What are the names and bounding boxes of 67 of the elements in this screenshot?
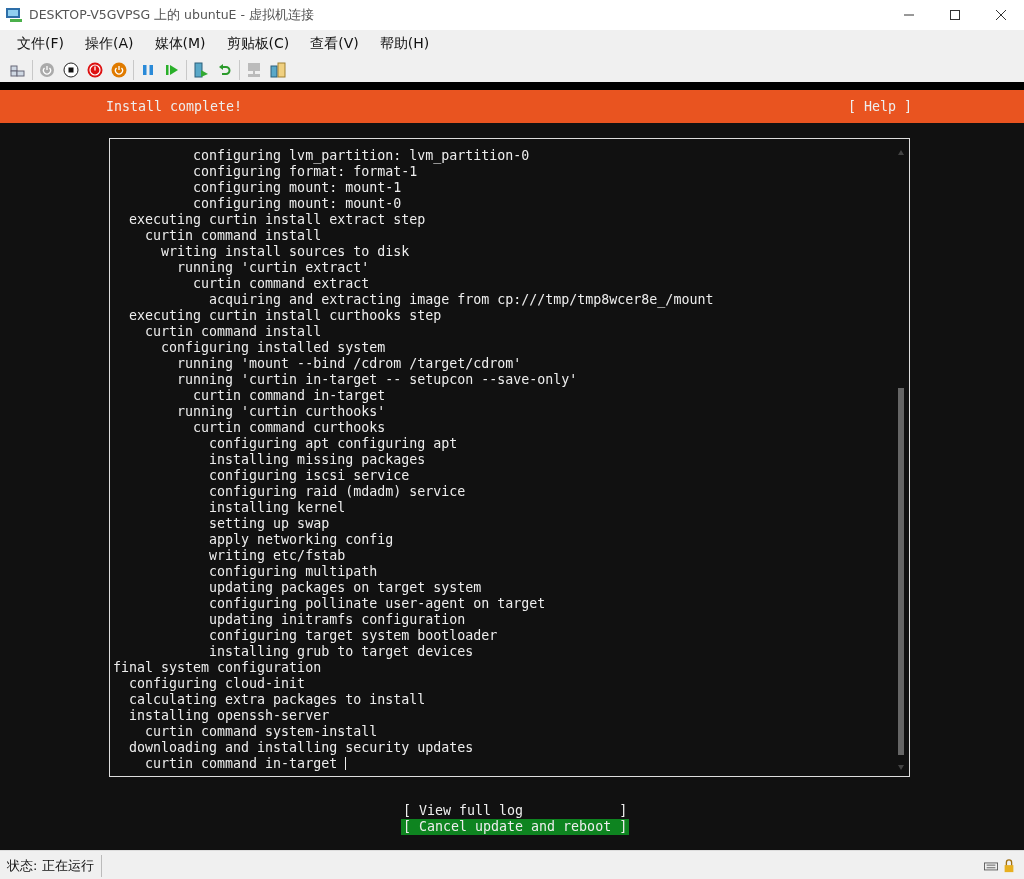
- log-line: updating initramfs configuration: [208, 612, 467, 628]
- menu-item[interactable]: 帮助(H): [374, 35, 435, 53]
- menu-item[interactable]: 操作(A): [80, 35, 139, 53]
- log-line: configuring target system bootloader: [208, 628, 499, 644]
- log-line: running 'mount --bind /cdrom /target/cdrom': [176, 356, 523, 372]
- log-line: writing install sources to disk: [160, 244, 411, 260]
- log-line: curtin command install: [144, 228, 323, 244]
- log-line: configuring raid (mdadm) service: [208, 484, 467, 500]
- log-line: curtin command curthooks: [192, 420, 387, 436]
- log-line: configuring mount: mount-1: [192, 180, 403, 196]
- log-line: configuring mount: mount-0: [192, 196, 403, 212]
- log-line: configuring iscsi service: [208, 468, 411, 484]
- log-line: executing curtin install curthooks step: [128, 308, 443, 324]
- log-line: updating packages on target system: [208, 580, 483, 596]
- log-line: configuring lvm_partition: lvm_partition-0: [192, 148, 531, 164]
- log-line: curtin command in-target: [192, 388, 387, 404]
- log-line: executing curtin install extract step: [128, 212, 427, 228]
- log-line: curtin command system-install: [144, 724, 379, 740]
- lock-icon: [1002, 858, 1016, 873]
- server-icon[interactable]: [193, 62, 209, 78]
- undo-icon[interactable]: [217, 62, 233, 78]
- play-icon[interactable]: [164, 62, 180, 78]
- server-icon[interactable]: [270, 62, 286, 78]
- menu-button[interactable]: [ View full log ]: [401, 803, 630, 819]
- log-line: configuring installed system: [160, 340, 387, 356]
- menu-button[interactable]: [ Cancel update and reboot ]: [401, 819, 630, 835]
- log-line: downloading and installing security updates: [128, 740, 475, 756]
- log-line: installing openssh-server: [128, 708, 331, 724]
- monitor-icon: [5, 7, 23, 23]
- menu-item[interactable]: 文件(F): [12, 35, 69, 53]
- log-line: configuring multipath: [208, 564, 379, 580]
- log-line: configuring format: format-1: [192, 164, 419, 180]
- log-line: curtin command in-target: [144, 756, 338, 772]
- text-cursor: [345, 757, 347, 770]
- log-line: installing grub to target devices: [208, 644, 475, 660]
- scrollbar[interactable]: [898, 150, 904, 770]
- menu-item[interactable]: 媒体(M): [149, 35, 211, 53]
- log-line: running 'curtin curthooks': [176, 404, 387, 420]
- window-title: DESKTOP-V5GVPSG 上的 ubuntuE - 虚拟机连接: [29, 6, 314, 24]
- screen-title: Install complete!: [106, 99, 243, 114]
- menu-item[interactable]: 查看(V): [305, 35, 364, 53]
- log-line: calculating extra packages to install: [128, 692, 427, 708]
- log-line: configuring apt configuring apt: [208, 436, 459, 452]
- pause-icon[interactable]: [140, 62, 156, 78]
- maximize-icon: [950, 10, 960, 20]
- close-icon: [996, 10, 1006, 20]
- log-line: writing etc/fstab: [208, 548, 347, 564]
- panels-icon[interactable]: [10, 62, 26, 78]
- log-line: setting up swap: [208, 516, 331, 532]
- log-line: final system configuration: [113, 660, 323, 676]
- log-line: configuring pollinate user-agent on target: [208, 596, 547, 612]
- power-icon[interactable]: [39, 62, 55, 78]
- stop-icon[interactable]: [63, 62, 79, 78]
- power-icon[interactable]: [111, 62, 127, 78]
- status-text: 状态: 正在运行: [0, 854, 102, 877]
- power-icon[interactable]: [87, 62, 103, 78]
- log-line: apply networking config: [208, 532, 395, 548]
- log-line: curtin command extract: [192, 276, 371, 292]
- log-line: installing missing packages: [208, 452, 427, 468]
- network-icon[interactable]: [246, 62, 262, 78]
- log-line: running 'curtin in-target -- setupcon --save-only': [176, 372, 579, 388]
- log-line: curtin command install: [144, 324, 323, 340]
- log-line: running 'curtin extract': [176, 260, 371, 276]
- log-line: acquiring and extracting image from cp:///tmp/tmp8wcer8e_/mount: [208, 292, 715, 308]
- log-line: configuring cloud-init: [128, 676, 307, 692]
- menu-item[interactable]: 剪贴板(C): [221, 35, 295, 53]
- log-line: installing kernel: [208, 500, 347, 516]
